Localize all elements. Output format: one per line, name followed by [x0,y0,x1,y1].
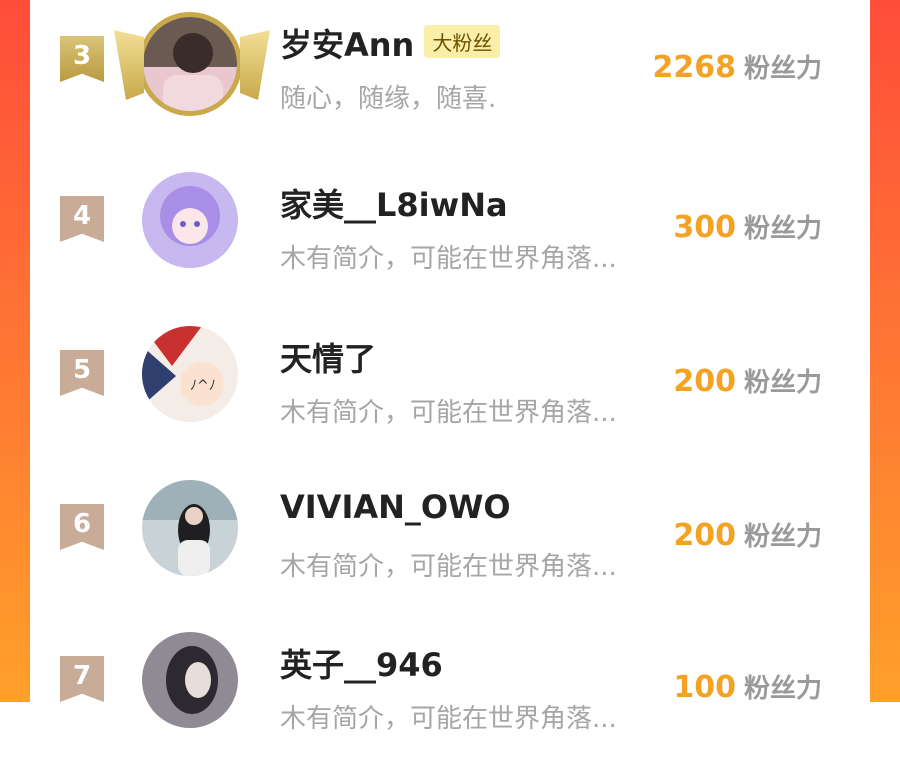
laurel-wing-icon [114,30,144,100]
fan-power-unit: 粉丝力 [743,674,822,704]
fan-power-score: 200 粉丝力 [673,516,822,553]
user-name[interactable]: 天情了 [280,334,376,380]
fan-power-unit: 粉丝力 [743,368,822,398]
fan-power-value: 200 [673,518,736,553]
fan-power-value: 100 [673,670,736,705]
avatar[interactable] [138,12,242,116]
user-name[interactable]: VIVIAN_OWO [280,488,511,526]
user-name[interactable]: 家美__L8iwNa [280,180,508,226]
list-item[interactable]: 3 岁安Ann 大粉丝 随心，随缘，随喜. 2268 粉丝力 [30,12,870,158]
fan-ranking-list: 3 岁安Ann 大粉丝 随心，随缘，随喜. 2268 粉丝力 4 家美__L8i… [30,0,870,734]
avatar[interactable] [142,172,238,268]
fan-power-score: 100 粉丝力 [673,668,822,705]
avatar-frame [142,632,242,732]
list-item[interactable]: 7 英子__946 木有简介，可能在世界角落... 100 粉丝力 [30,632,870,778]
user-name-text: 岁安Ann [280,26,415,64]
list-item[interactable]: 4 家美__L8iwNa 木有简介，可能在世界角落... 300 粉丝力 [30,172,870,318]
user-bio: 木有简介，可能在世界角落... [280,398,617,428]
avatar-frame [142,480,242,580]
fan-level-badge: 大粉丝 [424,25,501,58]
avatar[interactable]: ﾉ^ﾉ [142,326,238,422]
svg-text:ﾉ^ﾉ: ﾉ^ﾉ [190,378,216,394]
rank-badge: 3 [60,36,104,82]
avatar-frame: ﾉ^ﾉ [142,326,242,426]
avatar-frame [142,172,242,272]
rank-badge: 5 [60,350,104,396]
user-bio: 木有简介，可能在世界角落... [280,704,617,734]
user-name[interactable]: 英子__946 [280,640,443,686]
user-name[interactable]: 岁安Ann 大粉丝 [280,20,501,66]
rank-badge: 4 [60,196,104,242]
avatar[interactable] [142,480,238,576]
laurel-wing-icon [240,30,270,100]
avatar[interactable] [142,632,238,728]
fan-power-unit: 粉丝力 [743,54,822,84]
user-bio: 木有简介，可能在世界角落... [280,552,617,582]
fan-power-value: 2268 [652,50,736,85]
list-item[interactable]: 6 VIVIAN_OWO 木有简介，可能在世界角落... 200 粉丝力 [30,480,870,626]
fan-power-score: 300 粉丝力 [673,208,822,245]
fan-power-score: 200 粉丝力 [673,362,822,399]
user-bio: 木有简介，可能在世界角落... [280,244,617,274]
avatar-frame [114,12,270,116]
list-item[interactable]: 5 ﾉ^ﾉ 天情了 木有简介，可能在世界角落... 200 粉丝力 [30,326,870,472]
rank-badge: 7 [60,656,104,702]
fan-power-unit: 粉丝力 [743,522,822,552]
fan-power-score: 2268 粉丝力 [652,48,822,85]
user-bio: 随心，随缘，随喜. [280,84,497,114]
fan-power-value: 300 [673,210,736,245]
fan-power-unit: 粉丝力 [743,214,822,244]
fan-power-value: 200 [673,364,736,399]
rank-badge: 6 [60,504,104,550]
